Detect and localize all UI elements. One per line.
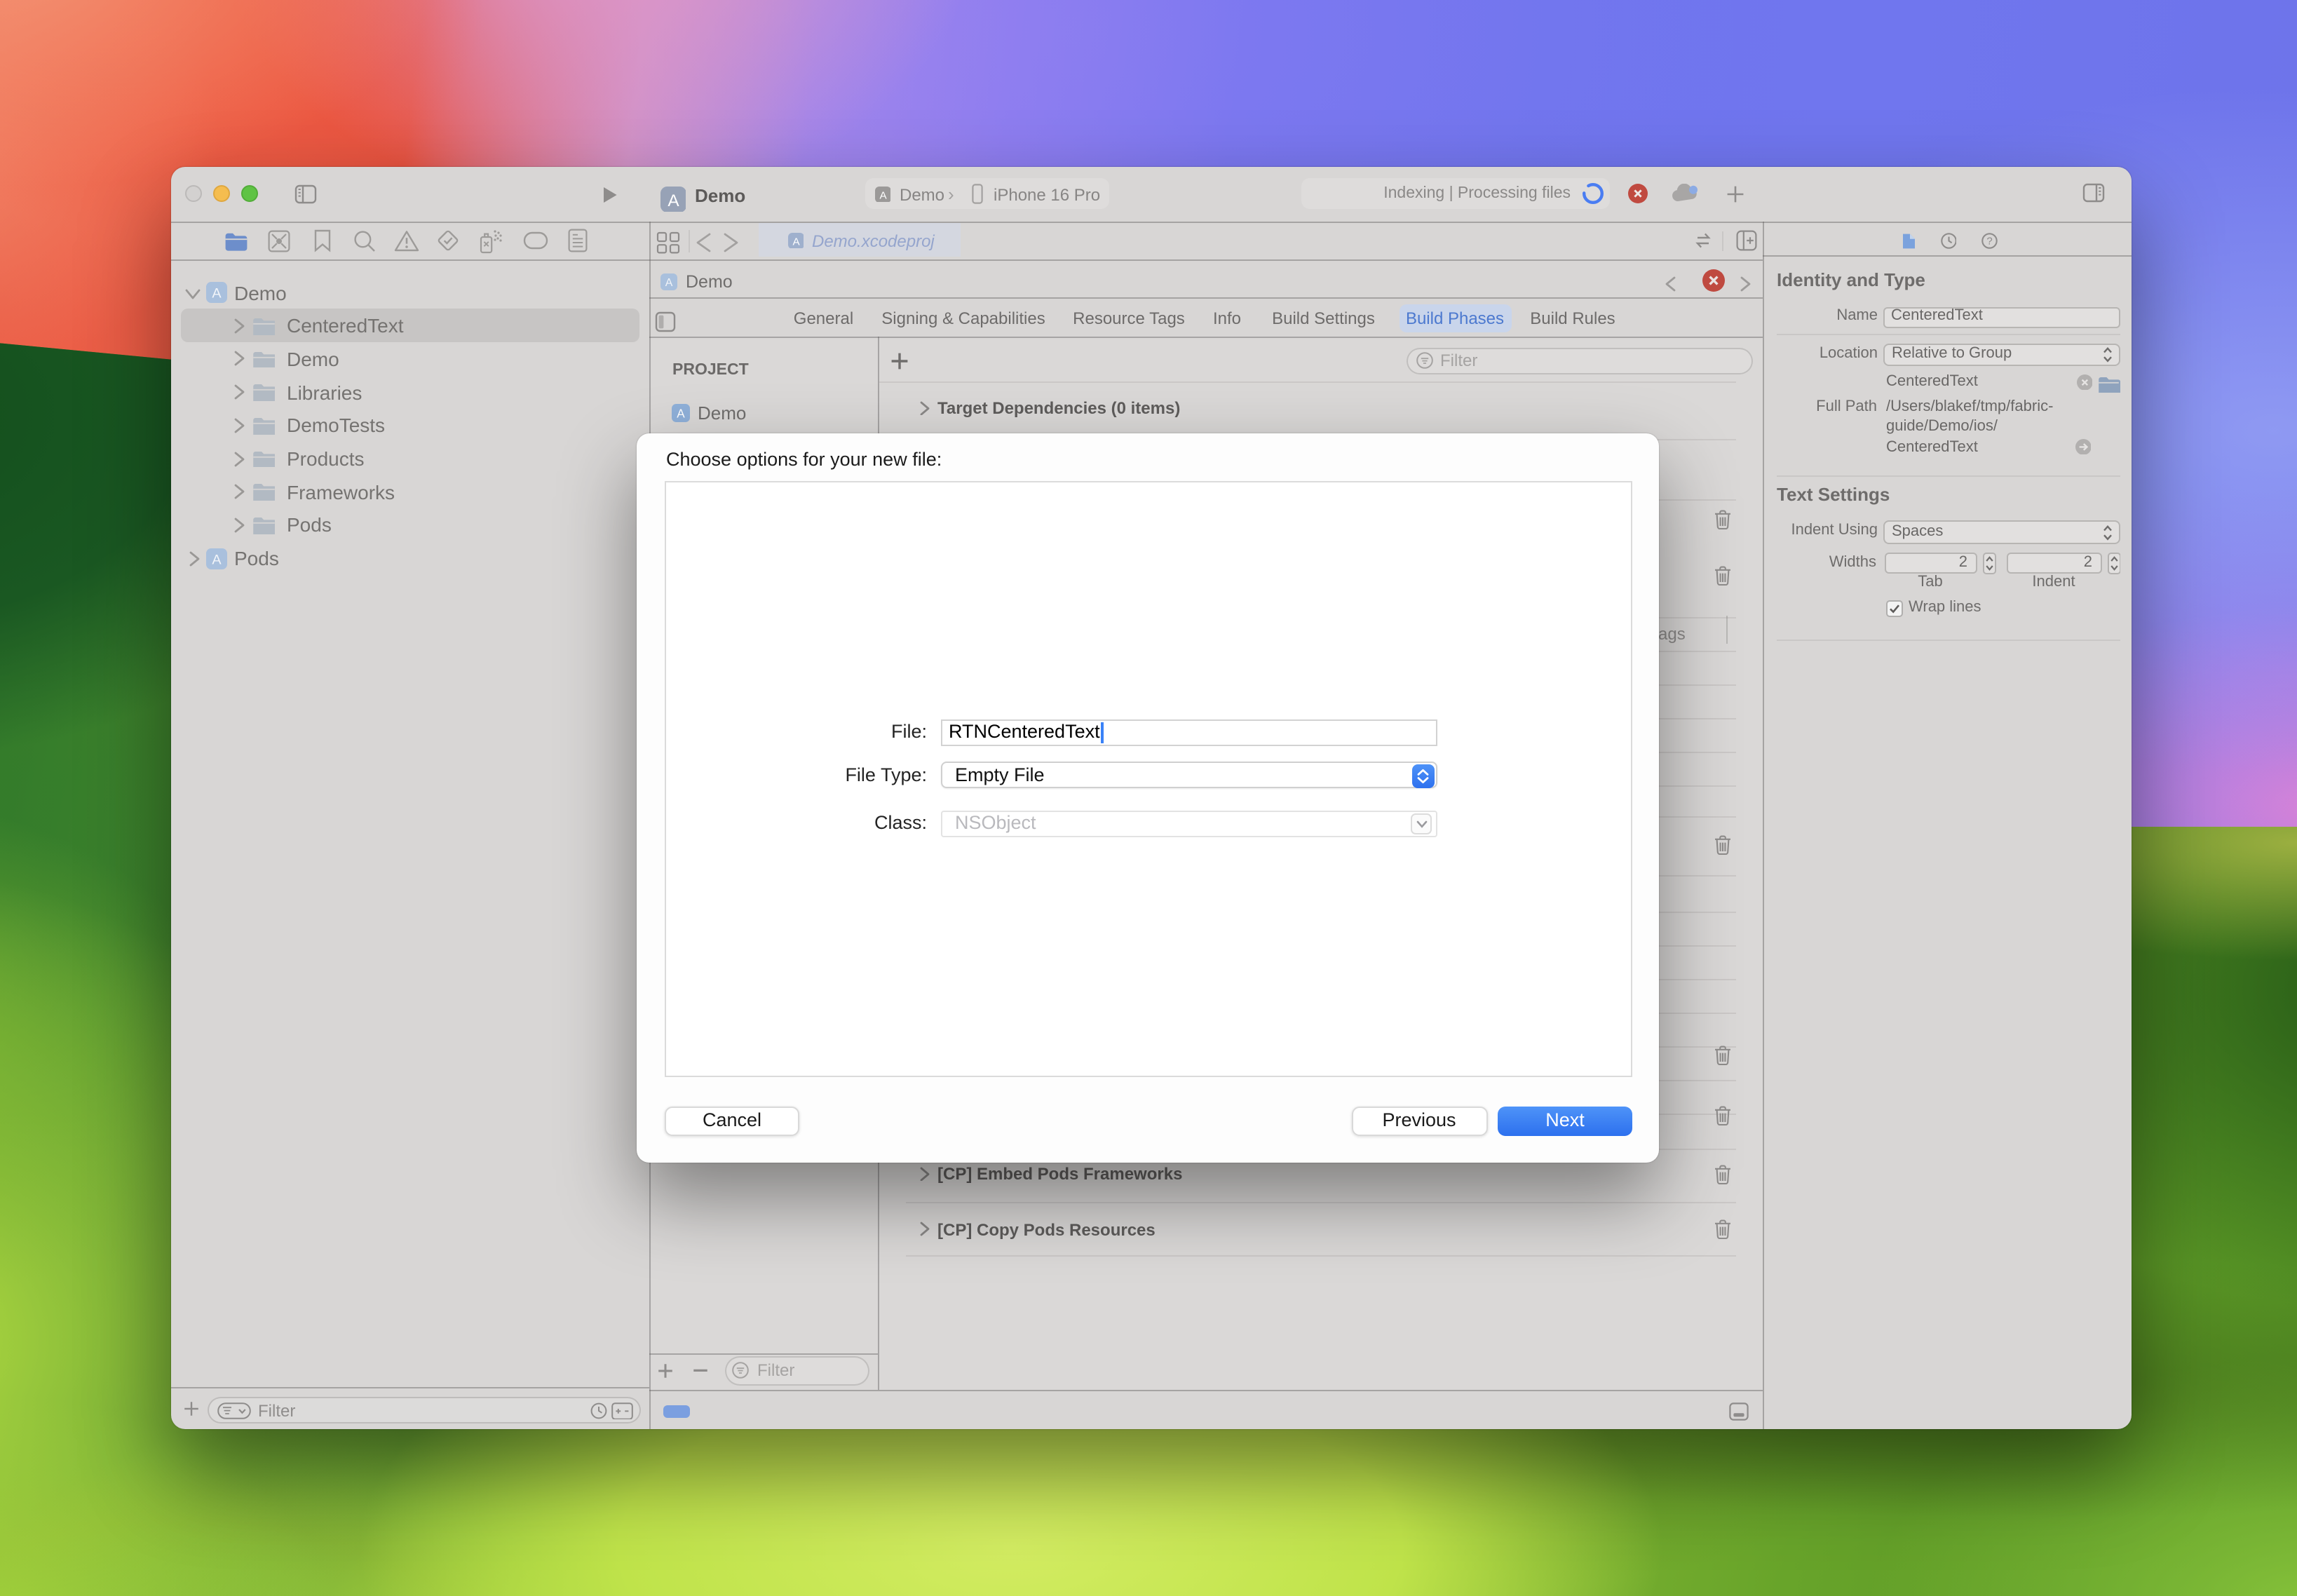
svg-text:A: A	[879, 189, 886, 201]
svg-text:A: A	[665, 277, 673, 289]
svg-text:A: A	[667, 191, 679, 210]
svg-text:A: A	[211, 552, 221, 567]
svg-text:A: A	[676, 407, 684, 421]
svg-text:?: ?	[1986, 236, 1992, 248]
svg-text:A: A	[211, 286, 221, 302]
svg-text:A: A	[792, 235, 799, 247]
